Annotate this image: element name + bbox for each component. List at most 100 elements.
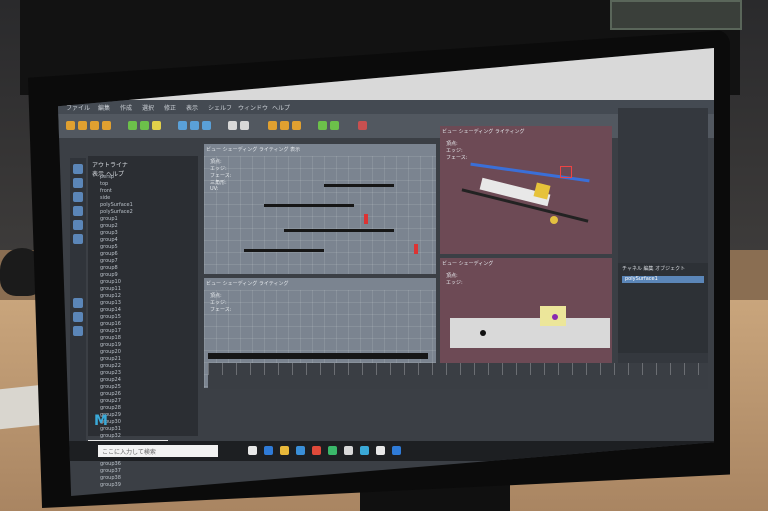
menu-item-modify[interactable]: 修正 [164, 103, 176, 112]
outliner-item[interactable]: group3 [100, 230, 195, 237]
outliner-item[interactable]: group4 [100, 237, 195, 244]
viewport-menu-lighting[interactable]: ライティング [495, 129, 525, 135]
shelf-button[interactable] [318, 121, 327, 130]
task-view-icon[interactable] [248, 446, 257, 455]
viewport-menu-lighting[interactable]: ライティング [259, 147, 289, 153]
rotate-tool-icon[interactable] [73, 220, 83, 230]
select-tool-icon[interactable] [73, 164, 83, 174]
outliner-item[interactable]: group8 [100, 265, 195, 272]
shelf-button[interactable] [280, 121, 289, 130]
outliner-item[interactable]: group18 [100, 335, 195, 342]
viewport-menu-shading[interactable]: シェーディング [459, 261, 494, 267]
menu-item-display[interactable]: 表示 [186, 103, 198, 112]
outliner-item[interactable]: group9 [100, 272, 195, 279]
shelf-button[interactable] [102, 121, 111, 130]
scale-tool-icon[interactable] [73, 234, 83, 244]
menu-item-shelf[interactable]: シェルフ [208, 103, 232, 112]
shelf-button[interactable] [178, 121, 187, 130]
outliner-item[interactable]: group20 [100, 349, 195, 356]
shelf-button[interactable] [202, 121, 211, 130]
outliner-item[interactable]: group2 [100, 223, 195, 230]
app-icon[interactable] [344, 446, 353, 455]
outliner-item[interactable]: group6 [100, 251, 195, 258]
outliner-item[interactable]: group23 [100, 370, 195, 377]
channel-box-tab-channels[interactable]: チャネル [622, 266, 642, 272]
menu-item-select[interactable]: 選択 [142, 103, 154, 112]
outliner-item[interactable]: group31 [100, 426, 195, 433]
outliner-item[interactable]: front [100, 188, 195, 195]
viewport-menu-view[interactable]: ビュー [442, 261, 457, 267]
shelf-button[interactable] [358, 121, 367, 130]
viewport-menu-lighting[interactable]: ライティング [259, 281, 289, 287]
outliner-item[interactable]: group37 [100, 468, 195, 475]
shelf-button[interactable] [90, 121, 99, 130]
outliner-item[interactable]: group26 [100, 391, 195, 398]
viewport-menu-view[interactable]: ビュー [442, 129, 457, 135]
layout-icon[interactable] [73, 326, 83, 336]
outliner-item[interactable]: persp [100, 174, 195, 181]
outliner-item[interactable]: group13 [100, 300, 195, 307]
outliner-item[interactable]: group25 [100, 384, 195, 391]
outliner-item[interactable]: group28 [100, 405, 195, 412]
viewport-menu-shading[interactable]: シェーディング [223, 147, 258, 153]
outliner-item[interactable]: group21 [100, 356, 195, 363]
outliner-item[interactable]: polySurface1 [100, 202, 195, 209]
app-icon[interactable] [392, 446, 401, 455]
viewport-menu-view[interactable]: ビュー [206, 281, 221, 287]
taskbar-search-input[interactable]: ここに入力して検索 [98, 445, 218, 457]
menu-item-create[interactable]: 作成 [120, 103, 132, 112]
viewport-perspective[interactable]: ビュー シェーディング ライティング 頂点: エッジ: フェース: [440, 126, 612, 254]
edge-browser-icon[interactable] [264, 446, 273, 455]
app-icon[interactable] [328, 446, 337, 455]
shelf-button[interactable] [152, 121, 161, 130]
shelf-button[interactable] [240, 121, 249, 130]
outliner-item[interactable]: side [100, 195, 195, 202]
outliner-item[interactable]: group14 [100, 307, 195, 314]
outliner-item[interactable]: group16 [100, 321, 195, 328]
shelf-button[interactable] [190, 121, 199, 130]
outliner-item[interactable]: top [100, 181, 195, 188]
move-tool-icon[interactable] [73, 206, 83, 216]
outliner-item[interactable]: group5 [100, 244, 195, 251]
shelf-button[interactable] [66, 121, 75, 130]
outliner-item[interactable]: group11 [100, 286, 195, 293]
viewport-menu-show[interactable]: 表示 [290, 147, 300, 153]
shelf-button[interactable] [330, 121, 339, 130]
viewport-top-left[interactable]: ビュー シェーディング ライティング 表示 頂点: エッジ: フェース: 三角形… [204, 144, 436, 274]
outliner-item[interactable]: group38 [100, 475, 195, 482]
viewport-uv[interactable]: ビュー シェーディング 頂点: エッジ: [440, 258, 612, 368]
outliner-item[interactable]: group1 [100, 216, 195, 223]
app-icon[interactable] [312, 446, 321, 455]
channel-box-selected[interactable]: polySurface1 [622, 276, 704, 283]
viewport-menu-shading[interactable]: シェーディング [459, 129, 494, 135]
shelf-button[interactable] [140, 121, 149, 130]
lasso-tool-icon[interactable] [73, 178, 83, 188]
layout-icon[interactable] [73, 312, 83, 322]
outliner-item[interactable]: group17 [100, 328, 195, 335]
outliner-item[interactable]: group30 [100, 419, 195, 426]
shelf-button[interactable] [228, 121, 237, 130]
outliner-item[interactable]: group24 [100, 377, 195, 384]
shelf-button[interactable] [78, 121, 87, 130]
shelf-button[interactable] [128, 121, 137, 130]
layout-icon[interactable] [73, 298, 83, 308]
app-icon[interactable] [376, 446, 385, 455]
maya-taskbar-icon[interactable] [360, 446, 369, 455]
outliner-item[interactable]: group36 [100, 461, 195, 468]
outliner-item[interactable]: group7 [100, 258, 195, 265]
time-slider[interactable] [208, 363, 708, 389]
menu-item-help[interactable]: ヘルプ [272, 103, 290, 112]
menu-item-edit[interactable]: 編集 [98, 103, 110, 112]
outliner-item[interactable]: group19 [100, 342, 195, 349]
outliner-item[interactable]: group32 [100, 433, 195, 440]
shelf-button[interactable] [292, 121, 301, 130]
channel-box-tab-object[interactable]: オブジェクト [655, 266, 685, 272]
outliner-item[interactable]: polySurface2 [100, 209, 195, 216]
shelf-button[interactable] [268, 121, 277, 130]
outliner-item[interactable]: group15 [100, 314, 195, 321]
paint-tool-icon[interactable] [73, 192, 83, 202]
menu-item-window[interactable]: ウィンドウ [238, 103, 268, 112]
outliner-item[interactable]: group12 [100, 293, 195, 300]
outliner-item[interactable]: group22 [100, 363, 195, 370]
outliner-item[interactable]: group29 [100, 412, 195, 419]
